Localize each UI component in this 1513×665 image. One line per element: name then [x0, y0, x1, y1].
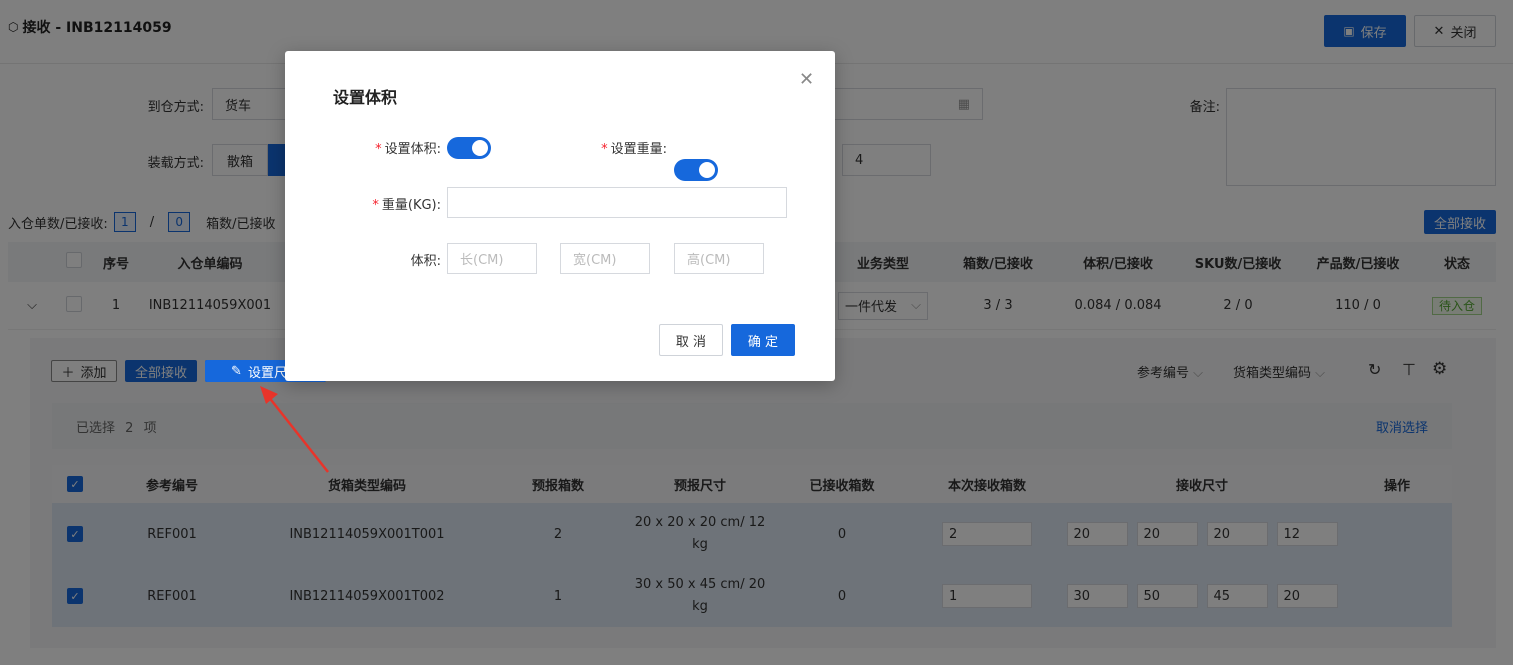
width-input[interactable]: 宽(CM)	[560, 243, 650, 274]
set-volume-toggle[interactable]	[447, 137, 491, 159]
dialog-title: 设置体积	[333, 88, 398, 107]
set-volume-dialog: 设置体积 ✕ * 设置体积: * 设置重量: * 重量(KG): 体积: 长(CM) …	[285, 51, 835, 381]
annotation-arrow-icon	[260, 386, 329, 473]
length-input[interactable]: 长(CM)	[447, 243, 537, 274]
cancel-button[interactable]: 取 消	[659, 324, 723, 356]
close-icon[interactable]: ✕	[799, 69, 814, 90]
set-weight-toggle[interactable]	[674, 159, 718, 181]
edit-icon: ✎	[231, 363, 242, 379]
height-input[interactable]: 高(CM)	[674, 243, 764, 274]
confirm-button[interactable]: 确 定	[731, 324, 795, 356]
weight-input[interactable]	[447, 187, 787, 218]
